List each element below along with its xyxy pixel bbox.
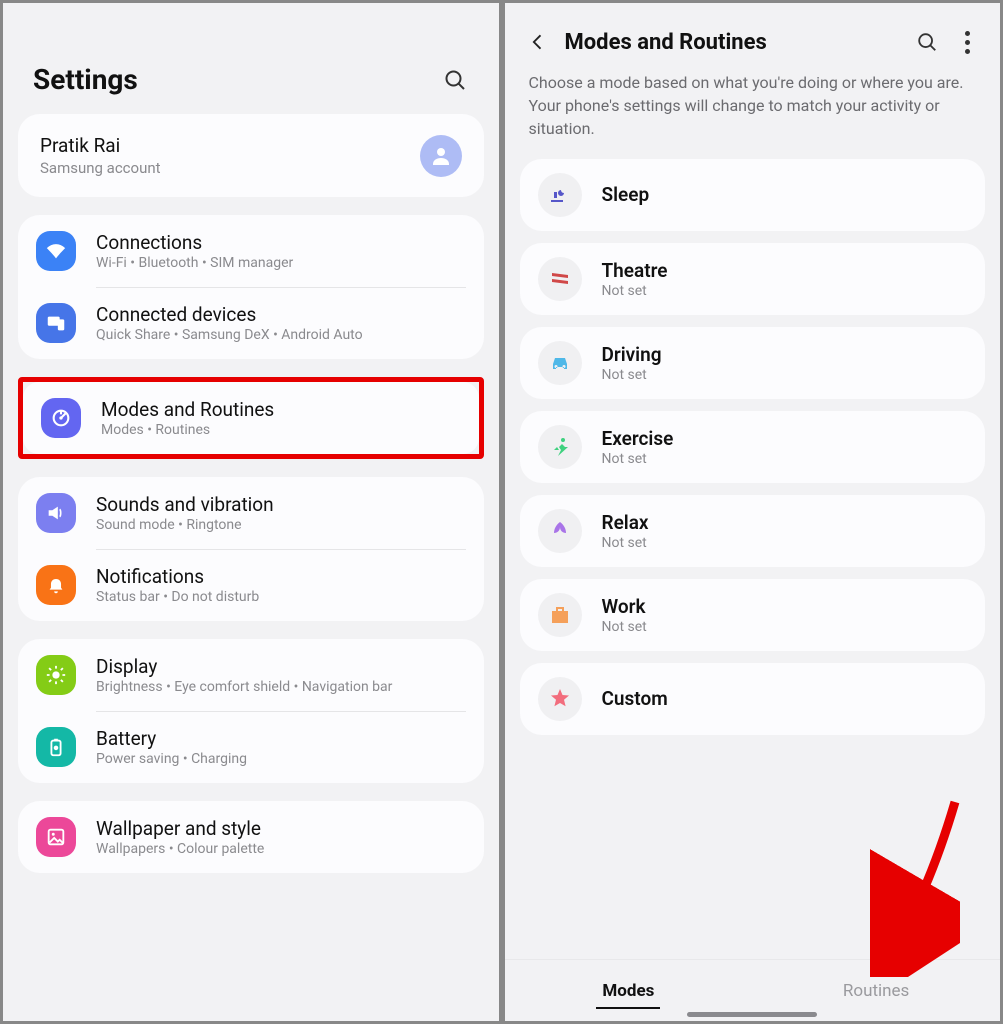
image-icon [36,817,76,857]
settings-item-connected-devices[interactable]: Connected devices Quick Share • Samsung … [18,287,484,359]
row-sub: Wallpapers • Colour palette [96,841,466,857]
mode-item-custom[interactable]: Custom [520,663,986,735]
mode-title: Custom [602,687,668,710]
settings-group: Modes and Routines Modes • Routines [23,382,479,454]
row-title: Battery [96,727,466,750]
mode-title: Theatre [602,259,668,282]
devices-icon [36,303,76,343]
theatre-icon [538,257,582,301]
avatar-icon [420,135,462,177]
settings-pane: Settings Pratik Rai Samsung account Conn… [3,3,499,1021]
settings-group: Sounds and vibration Sound mode • Ringto… [18,477,484,621]
mode-item-relax[interactable]: Relax Not set [520,495,986,567]
row-sub: Wi-Fi • Bluetooth • SIM manager [96,255,466,271]
settings-item-sounds[interactable]: Sounds and vibration Sound mode • Ringto… [18,477,484,549]
mode-sub: Not set [602,283,668,299]
row-sub: Status bar • Do not disturb [96,589,466,605]
settings-item-display[interactable]: Display Brightness • Eye comfort shield … [18,639,484,711]
arrow-annotation [870,797,960,981]
sun-icon [36,655,76,695]
row-title: Modes and Routines [101,398,461,421]
settings-item-wallpaper[interactable]: Wallpaper and style Wallpapers • Colour … [18,801,484,873]
row-title: Connections [96,231,466,254]
settings-group: Wallpaper and style Wallpapers • Colour … [18,801,484,873]
mode-sub: Not set [602,451,674,467]
mode-item-work[interactable]: Work Not set [520,579,986,651]
row-title: Notifications [96,565,466,588]
bell-icon [36,565,76,605]
mode-title: Exercise [602,427,674,450]
settings-title: Settings [33,63,138,96]
sleep-icon [538,173,582,217]
more-icon [965,31,970,36]
chevron-left-icon [528,32,548,52]
row-title: Display [96,655,466,678]
settings-item-modes-routines[interactable]: Modes and Routines Modes • Routines [23,382,479,454]
mode-item-sleep[interactable]: Sleep [520,159,986,231]
mode-item-driving[interactable]: Driving Not set [520,327,986,399]
more-button[interactable] [954,31,980,54]
mode-title: Sleep [602,183,650,206]
settings-group: Display Brightness • Eye comfort shield … [18,639,484,783]
mode-title: Driving [602,343,662,366]
settings-group: Connections Wi-Fi • Bluetooth • SIM mana… [18,215,484,359]
settings-item-battery[interactable]: Battery Power saving • Charging [18,711,484,783]
driving-icon [538,341,582,385]
custom-icon [538,677,582,721]
target-icon [41,398,81,438]
modes-header: Modes and Routines [505,3,1001,71]
mode-sub: Not set [602,535,649,551]
modes-pane: Modes and Routines Choose a mode based o… [505,3,1001,1021]
mode-sub: Not set [602,367,662,383]
row-sub: Quick Share • Samsung DeX • Android Auto [96,327,466,343]
relax-icon [538,509,582,553]
modes-title: Modes and Routines [565,30,901,55]
mode-item-exercise[interactable]: Exercise Not set [520,411,986,483]
settings-header: Settings [3,3,499,114]
search-icon [916,31,938,53]
row-title: Sounds and vibration [96,493,466,516]
exercise-icon [538,425,582,469]
settings-item-connections[interactable]: Connections Wi-Fi • Bluetooth • SIM mana… [18,215,484,287]
battery-icon [36,727,76,767]
account-card[interactable]: Pratik Rai Samsung account [18,114,484,197]
search-button[interactable] [441,66,469,94]
row-title: Connected devices [96,303,466,326]
mode-sub: Not set [602,619,647,635]
modes-description: Choose a mode based on what you're doing… [505,71,1001,159]
row-title: Wallpaper and style [96,817,466,840]
back-button[interactable] [525,29,551,55]
mode-item-theatre[interactable]: Theatre Not set [520,243,986,315]
row-sub: Modes • Routines [101,422,461,438]
search-button[interactable] [914,29,940,55]
highlight-annotation: Modes and Routines Modes • Routines [18,377,484,459]
row-sub: Power saving • Charging [96,751,466,767]
home-indicator [687,1012,817,1017]
account-sub: Samsung account [40,159,420,177]
settings-item-notifications[interactable]: Notifications Status bar • Do not distur… [18,549,484,621]
work-icon [538,593,582,637]
account-name: Pratik Rai [40,134,420,157]
mode-title: Work [602,595,647,618]
speaker-icon [36,493,76,533]
mode-title: Relax [602,511,649,534]
row-sub: Sound mode • Ringtone [96,517,466,533]
search-icon [443,68,467,92]
wifi-icon [36,231,76,271]
row-sub: Brightness • Eye comfort shield • Naviga… [96,679,466,695]
tabbar: Modes Routines [505,959,1001,1021]
